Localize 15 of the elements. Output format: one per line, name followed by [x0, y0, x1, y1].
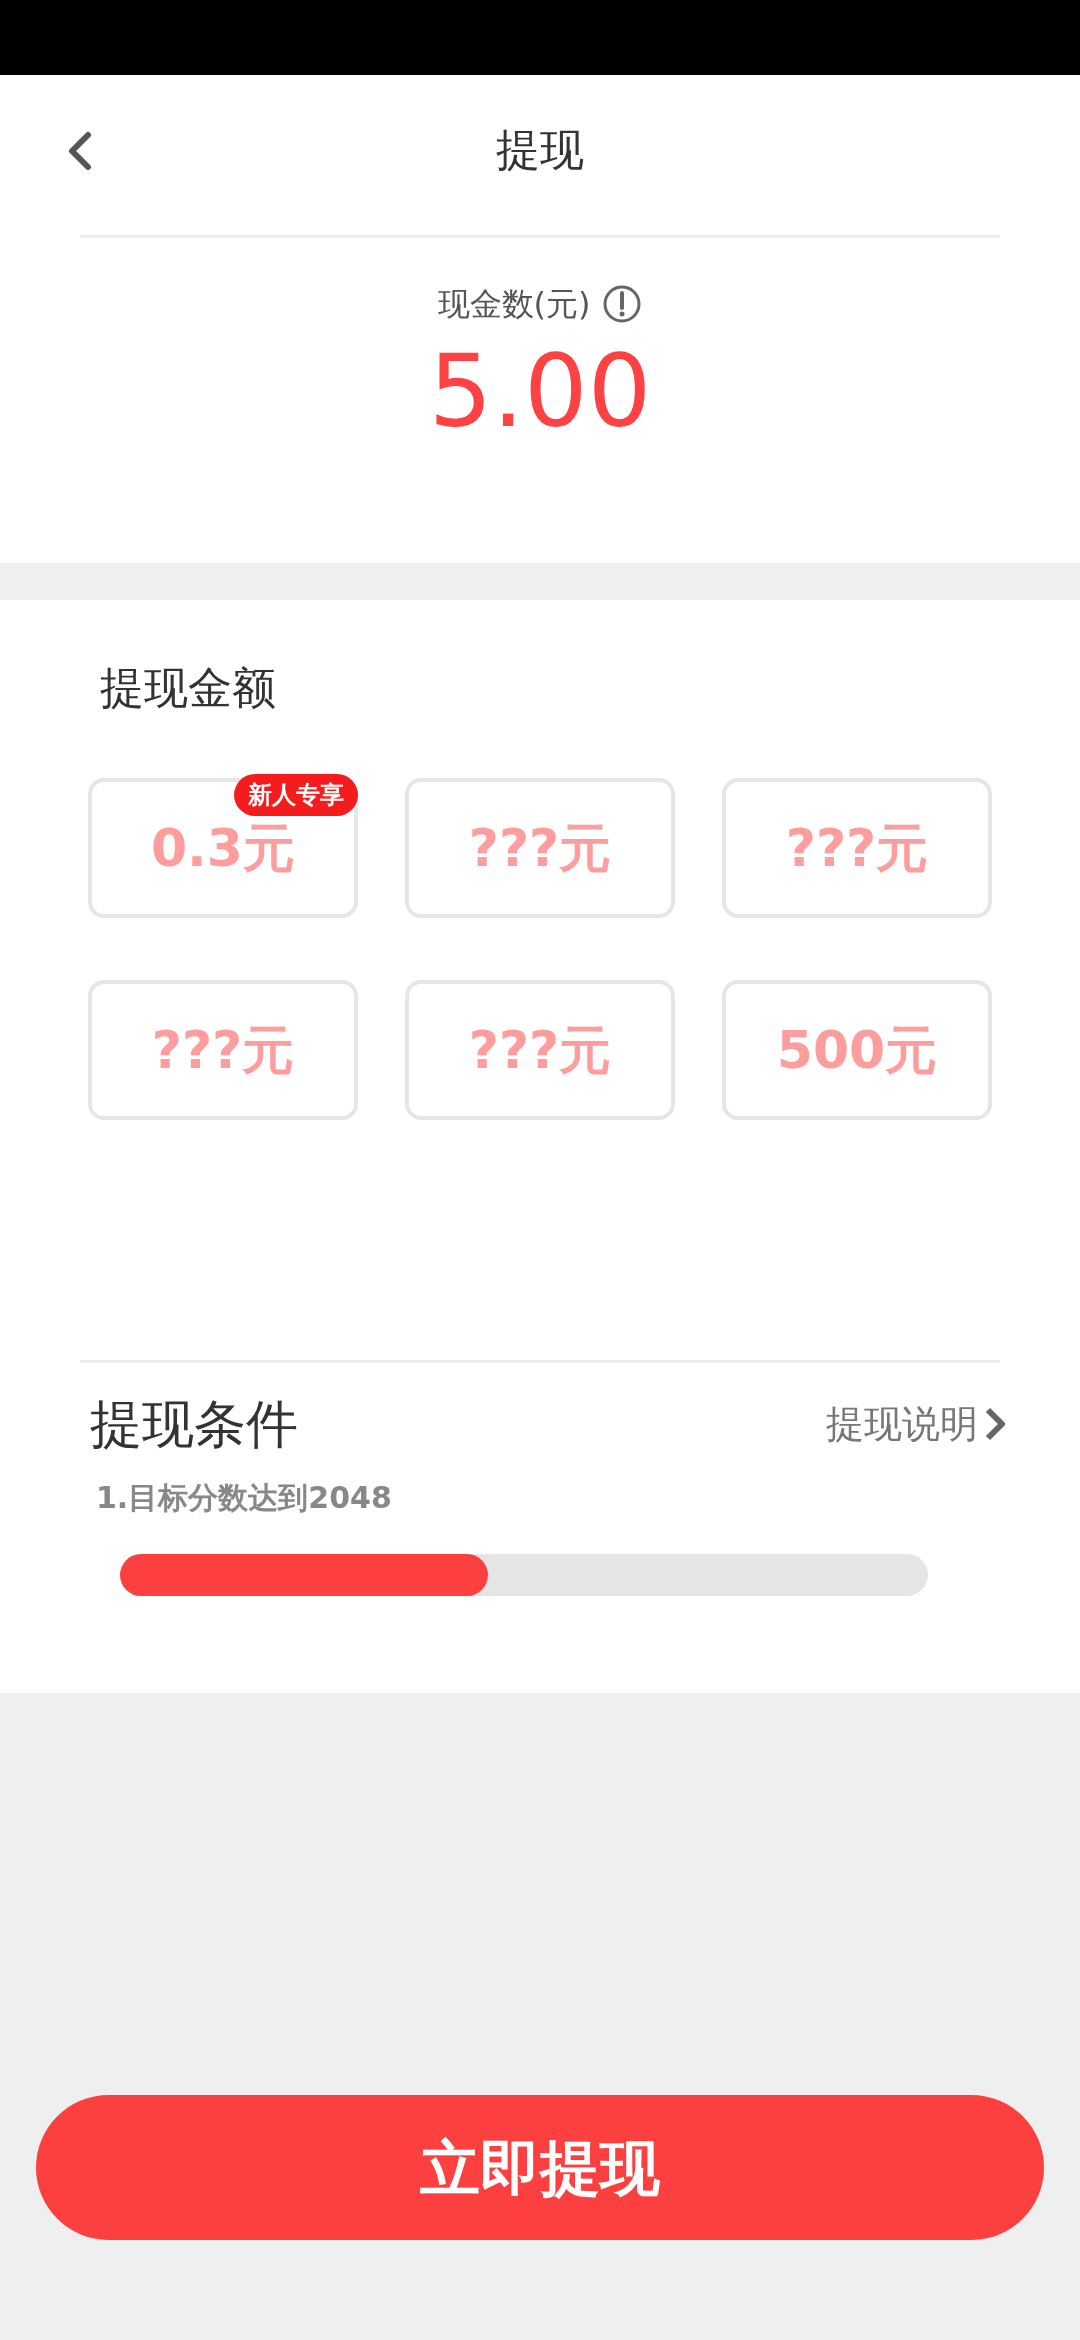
condition-text: 1.目标分数达到2048 [96, 1479, 393, 1517]
balance-amount: 5.00 [428, 332, 652, 452]
info-icon[interactable] [602, 284, 643, 324]
amount-option[interactable]: ???元 [88, 980, 358, 1120]
page-title: 提现 [496, 123, 584, 177]
section-title: 提现金额 [100, 661, 277, 715]
amount-option[interactable]: ???元 [722, 778, 992, 918]
amount-option[interactable]: ???元 [405, 980, 675, 1120]
new-user-badge: 新人专享 [234, 774, 358, 816]
rules-link[interactable]: 提现说明 [826, 1395, 978, 1453]
balance-label: 现金数(元) [437, 284, 591, 325]
amount-option[interactable]: 500元 [722, 980, 992, 1120]
withdraw-button[interactable]: 立即提现 [36, 2095, 1044, 2240]
amount-option[interactable]: ???元 [405, 778, 675, 918]
conditions-title: 提现条件 [90, 1393, 298, 1456]
